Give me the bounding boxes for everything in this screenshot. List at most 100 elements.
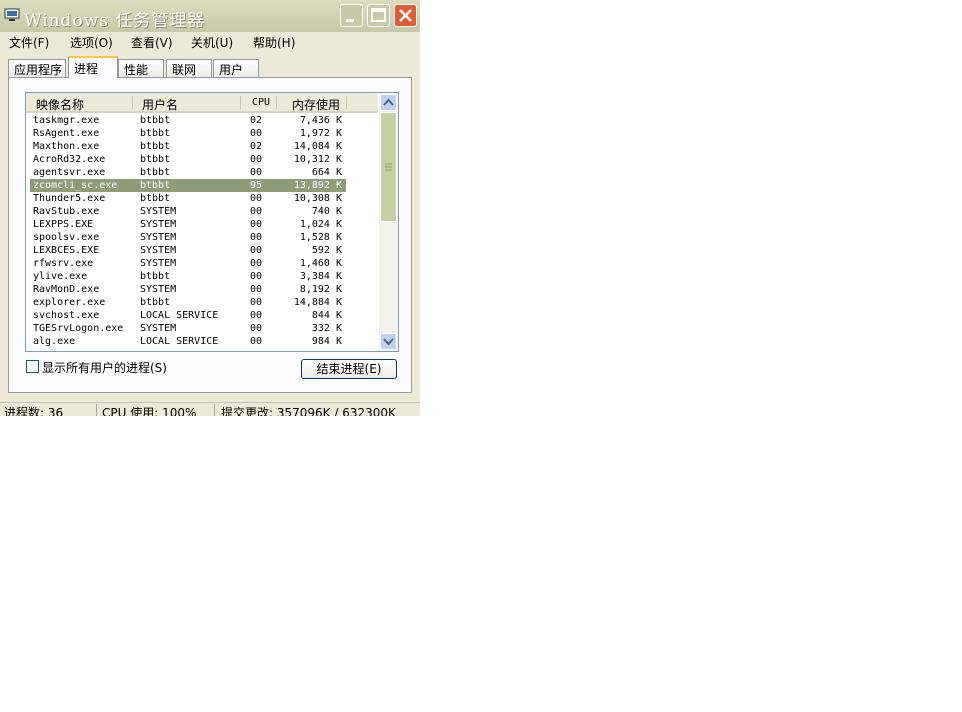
process-user-name: btbbt [140, 141, 171, 152]
title-bar[interactable]: Windows 任务管理器 [0, 0, 420, 33]
process-image-name: svchost.exe [33, 310, 100, 321]
process-user-name: LOCAL SERVICE [140, 310, 219, 321]
column-divider[interactable] [240, 96, 241, 109]
table-row[interactable]: RavStub.exe SYSTEM 00 740 K [30, 205, 346, 218]
scroll-thumb[interactable] [380, 112, 397, 222]
column-cpu[interactable]: CPU [252, 97, 270, 108]
tab-networking[interactable]: 联网 [166, 59, 212, 77]
process-user-name: SYSTEM [140, 323, 177, 334]
process-memory: 844 K [311, 310, 342, 321]
column-memory[interactable]: 内存使用 [292, 96, 340, 113]
process-memory: 332 K [311, 323, 342, 334]
process-memory: 10,312 K [293, 154, 342, 165]
menu-view[interactable]: 查看(V) [131, 34, 173, 51]
process-user-name: LOCAL SERVICE [140, 336, 219, 347]
process-cpu: 02 [250, 115, 263, 126]
process-user-name: SYSTEM [140, 219, 177, 230]
process-cpu: 02 [250, 141, 263, 152]
column-divider[interactable] [346, 96, 347, 109]
tab-processes[interactable]: 进程 [68, 56, 118, 78]
column-user-name[interactable]: 用户名 [142, 96, 178, 113]
process-user-name: btbbt [140, 193, 171, 204]
maximize-button[interactable] [367, 4, 390, 27]
menu-shutdown[interactable]: 关机(U) [191, 34, 233, 51]
table-row[interactable]: TGESrvLogon.exe SYSTEM 00 332 K [30, 322, 346, 335]
table-row[interactable]: alg.exe LOCAL SERVICE 00 984 K [30, 335, 346, 348]
process-list-header: 映像名称 用户名 CPU 内存使用 [26, 93, 378, 113]
table-row[interactable]: RsAgent.exe btbbt 00 1,972 K [30, 127, 346, 140]
grip-icon [385, 163, 392, 171]
maximize-icon [371, 8, 386, 22]
process-list[interactable]: 映像名称 用户名 CPU 内存使用 taskmgr.exe btbbt 02 7,43… [25, 92, 399, 352]
process-image-name: explorer.exe [33, 297, 106, 308]
table-row[interactable]: zcomcli_sc.exe btbbt 95 13,892 K [30, 179, 346, 192]
process-memory: 13,892 K [293, 180, 342, 191]
tab-performance[interactable]: 性能 [118, 59, 164, 77]
close-button[interactable] [394, 4, 417, 27]
process-user-name: SYSTEM [140, 206, 177, 217]
process-memory: 14,084 K [293, 141, 342, 152]
process-image-name: spoolsv.exe [33, 232, 100, 243]
process-memory: 740 K [311, 206, 342, 217]
scroll-down-button[interactable] [380, 333, 397, 350]
table-row[interactable]: taskmgr.exe btbbt 02 7,436 K [30, 114, 346, 127]
tab-applications[interactable]: 应用程序 [8, 59, 66, 77]
task-manager-icon [4, 8, 20, 22]
table-row[interactable]: rfwsrv.exe SYSTEM 00 1,460 K [30, 257, 346, 270]
status-divider [96, 404, 97, 416]
process-cpu: 00 [250, 297, 263, 308]
process-memory: 1,528 K [299, 232, 342, 243]
table-row[interactable]: agentsvr.exe btbbt 00 664 K [30, 166, 346, 179]
menu-file[interactable]: 文件(F) [9, 34, 49, 51]
process-memory: 3,384 K [299, 271, 342, 282]
menu-bar: 文件(F) 选项(O) 查看(V) 关机(U) 帮助(H) [0, 32, 420, 52]
chevron-down-icon [383, 338, 394, 346]
window-title: Windows 任务管理器 [24, 11, 206, 31]
show-all-users-checkbox[interactable] [26, 360, 39, 373]
column-image-name[interactable]: 映像名称 [36, 96, 84, 113]
process-cpu: 00 [250, 193, 263, 204]
show-all-users-label[interactable]: 显示所有用户的进程(S) [42, 359, 167, 376]
status-bar: 进程数: 36 CPU 使用: 100% 提交更改: 357096K / 632… [0, 402, 420, 416]
process-memory: 14,884 K [293, 297, 342, 308]
table-row[interactable]: LEXPPS.EXE SYSTEM 00 1,024 K [30, 218, 346, 231]
process-memory: 10,308 K [293, 193, 342, 204]
process-user-name: SYSTEM [140, 284, 177, 295]
scroll-up-button[interactable] [380, 94, 397, 111]
status-commit-charge: 提交更改: 357096K / 632300K [221, 406, 396, 416]
table-row[interactable]: ylive.exe btbbt 00 3,384 K [30, 270, 346, 283]
table-row[interactable]: Thunder5.exe btbbt 00 10,308 K [30, 192, 346, 205]
menu-help[interactable]: 帮助(H) [253, 34, 295, 51]
process-cpu: 00 [250, 271, 263, 282]
table-row[interactable]: svchost.exe LOCAL SERVICE 00 844 K [30, 309, 346, 322]
column-divider[interactable] [276, 96, 277, 109]
end-process-button[interactable]: 结束进程(E) [301, 359, 397, 379]
table-row[interactable]: spoolsv.exe SYSTEM 00 1,528 K [30, 231, 346, 244]
table-row[interactable]: LEXBCES.EXE SYSTEM 00 592 K [30, 244, 346, 257]
process-user-name: btbbt [140, 115, 171, 126]
task-manager-window: Windows 任务管理器 文件(F) 选项(O) 查看(V) 关机(U) 帮助… [0, 0, 420, 416]
process-memory: 1,972 K [299, 128, 342, 139]
close-icon [399, 9, 412, 22]
process-memory: 1,460 K [299, 258, 342, 269]
process-user-name: btbbt [140, 167, 171, 178]
vertical-scrollbar[interactable] [379, 93, 398, 351]
status-process-count: 进程数: 36 [4, 406, 64, 416]
table-row[interactable]: Maxthon.exe btbbt 02 14,084 K [30, 140, 346, 153]
process-cpu: 00 [250, 232, 263, 243]
table-row[interactable]: explorer.exe btbbt 00 14,884 K [30, 296, 346, 309]
process-image-name: taskmgr.exe [33, 115, 100, 126]
process-memory: 664 K [311, 167, 342, 178]
process-image-name: alg.exe [33, 336, 76, 347]
process-image-name: RavStub.exe [33, 206, 100, 217]
process-memory: 984 K [311, 336, 342, 347]
tab-users[interactable]: 用户 [213, 59, 259, 77]
process-image-name: zcomcli_sc.exe [33, 180, 118, 191]
minimize-button[interactable] [340, 4, 363, 27]
menu-options[interactable]: 选项(O) [70, 34, 113, 51]
status-cpu-usage: CPU 使用: 100% [102, 406, 197, 416]
table-row[interactable]: AcroRd32.exe btbbt 00 10,312 K [30, 153, 346, 166]
column-divider[interactable] [132, 96, 133, 109]
table-row[interactable]: RavMonD.exe SYSTEM 00 8,192 K [30, 283, 346, 296]
process-memory: 8,192 K [299, 284, 342, 295]
